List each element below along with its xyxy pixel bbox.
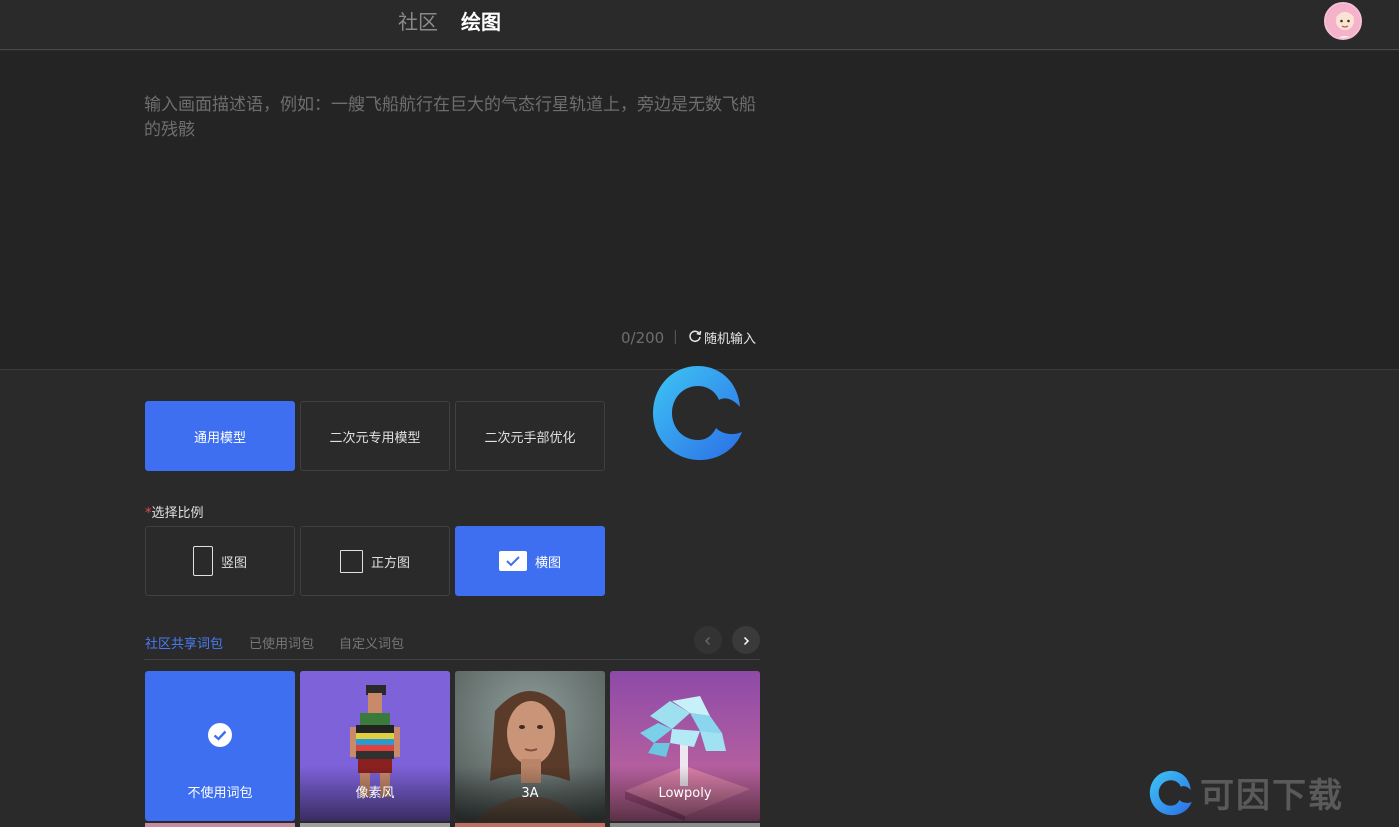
ratio-label: *选择比例 [145, 502, 204, 521]
tab-draw[interactable]: 绘图 [461, 9, 501, 35]
portrait-icon [192, 546, 213, 576]
pack-tile-label: 3A [521, 786, 539, 801]
ratio-label-text: 选择比例 [151, 506, 204, 521]
watermark-text: 可因下载 [1200, 776, 1344, 816]
pack-tile-label: Lowpoly [658, 786, 712, 801]
tile-row-peek [145, 823, 295, 827]
model-general-label: 通用模型 [193, 430, 246, 446]
tab-community-packs[interactable]: 社区共享词包 [145, 633, 223, 652]
pack-tile-label: 不使用词包 [187, 786, 253, 801]
watermark-logo-icon [1149, 770, 1192, 815]
ratio-square-label: 正方图 [370, 555, 410, 571]
ratio-landscape-label: 横图 [534, 555, 561, 571]
pack-tile-label: 像素风 [355, 786, 395, 801]
prompt-textarea[interactable] [144, 93, 762, 293]
tab-divider [144, 659, 760, 660]
tab-community[interactable]: 社区 [398, 9, 438, 35]
tab-custom-packs[interactable]: 自定义词包 [339, 633, 404, 652]
chevron-right-icon [741, 631, 751, 650]
ratio-landscape[interactable]: 横图 [455, 526, 605, 596]
random-input-label: 随机输入 [704, 332, 757, 347]
top-nav-bar: 社区 绘图 [0, 0, 1399, 50]
tile-row-peek [610, 823, 760, 827]
chevron-left-icon [703, 631, 713, 650]
watermark: 可因下载 [1148, 768, 1344, 817]
random-input-button[interactable]: 随机输入 [688, 328, 756, 347]
model-anime[interactable]: 二次元专用模型 [300, 401, 450, 471]
prev-page-button[interactable] [694, 626, 722, 654]
landscape-check-icon [498, 551, 527, 571]
refresh-icon [688, 329, 702, 347]
pack-tile-lowpoly[interactable]: Lowpoly [610, 671, 760, 821]
pack-tile-3a[interactable]: 3A [455, 671, 605, 821]
ratio-portrait-label: 竖图 [220, 555, 247, 571]
tile-row-peek [455, 823, 605, 827]
separator: | [673, 329, 678, 345]
pack-tile-pixel[interactable]: 像素风 [300, 671, 450, 821]
char-counter: 0/200 [621, 329, 665, 347]
tile-row-peek [300, 823, 450, 827]
model-general[interactable]: 通用模型 [145, 401, 295, 471]
pack-tile-none[interactable]: 不使用词包 [145, 671, 295, 821]
brand-logo [650, 362, 746, 464]
check-circle-icon [208, 723, 232, 751]
prompt-area: 0/200 | 随机输入 [0, 51, 1399, 370]
user-avatar[interactable] [1324, 2, 1362, 40]
square-icon [339, 549, 363, 573]
model-anime-hands-label: 二次元手部优化 [484, 430, 576, 446]
tab-used-packs[interactable]: 已使用词包 [249, 633, 314, 652]
ratio-portrait[interactable]: 竖图 [145, 526, 295, 596]
next-page-button[interactable] [732, 626, 760, 654]
ratio-square[interactable]: 正方图 [300, 526, 450, 596]
model-anime-hands[interactable]: 二次元手部优化 [455, 401, 605, 471]
model-anime-label: 二次元专用模型 [329, 430, 421, 446]
